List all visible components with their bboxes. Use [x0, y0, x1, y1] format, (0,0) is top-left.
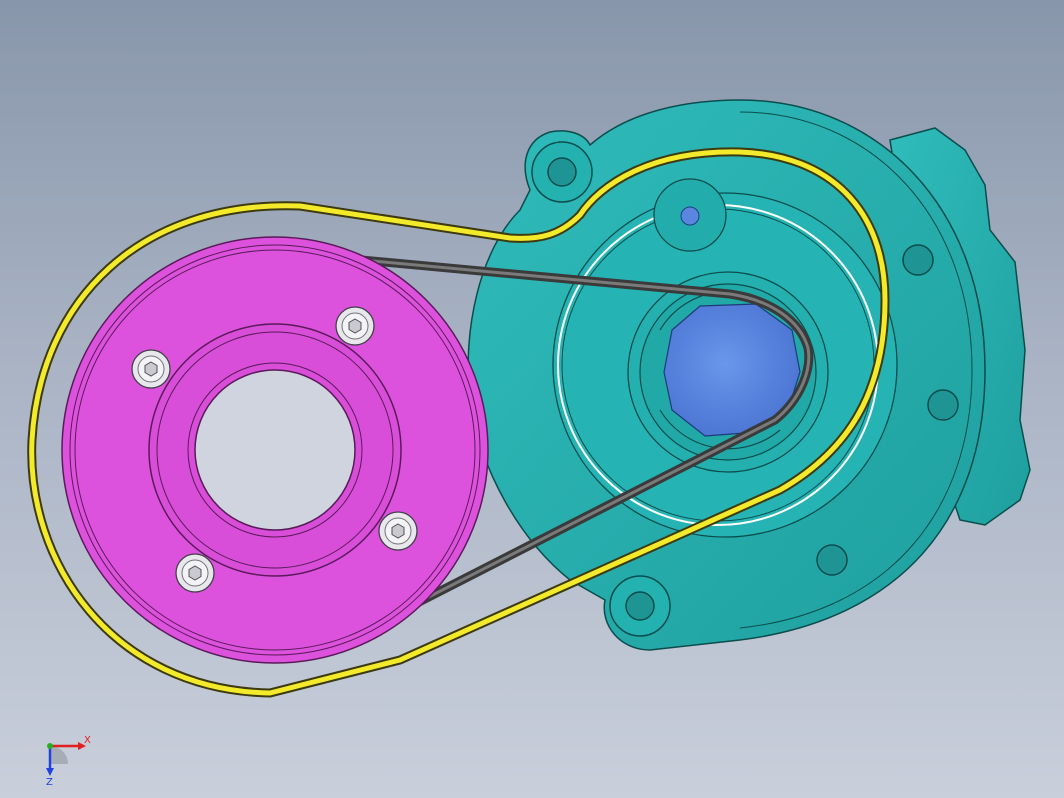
mounting-lug-bottom [609, 575, 671, 637]
pin-boss [653, 178, 727, 252]
socket-screw[interactable] [335, 306, 375, 346]
z-axis-arrow [46, 768, 54, 776]
socket-screw[interactable] [131, 349, 171, 389]
orientation-triad[interactable]: X Z [36, 728, 96, 788]
pulley-disc[interactable] [61, 236, 489, 664]
x-axis-label: X [84, 735, 91, 746]
housing-hole [816, 544, 848, 576]
socket-screw[interactable] [378, 511, 418, 551]
housing-hole [902, 244, 934, 276]
y-axis-dot [47, 743, 53, 749]
model-scene[interactable] [0, 0, 1064, 798]
housing-hole [927, 389, 959, 421]
cad-viewport[interactable]: X Z [0, 0, 1064, 798]
z-axis-label: Z [46, 777, 53, 788]
socket-screw[interactable] [175, 553, 215, 593]
mounting-lug-top [531, 141, 593, 203]
triad-shadow [50, 746, 68, 764]
